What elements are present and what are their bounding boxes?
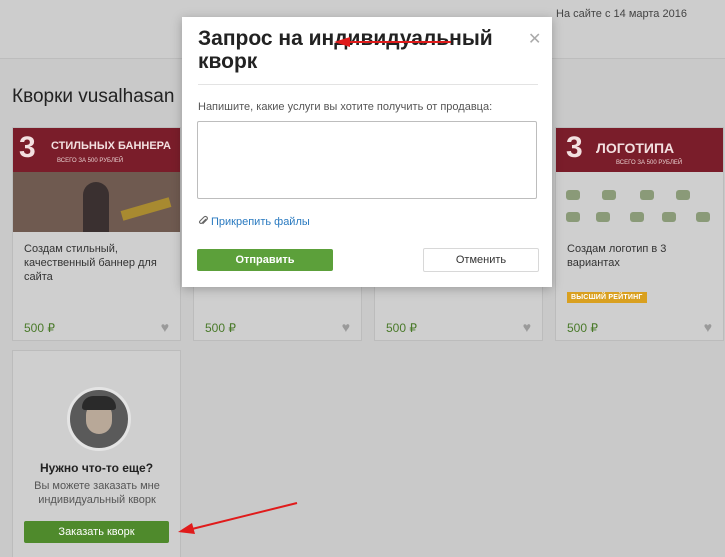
annotation-arrowhead-title xyxy=(334,37,350,47)
annotation-arrow-order xyxy=(191,502,298,530)
annotation-arrows xyxy=(178,37,451,534)
annotation-arrowhead-order xyxy=(178,523,195,534)
